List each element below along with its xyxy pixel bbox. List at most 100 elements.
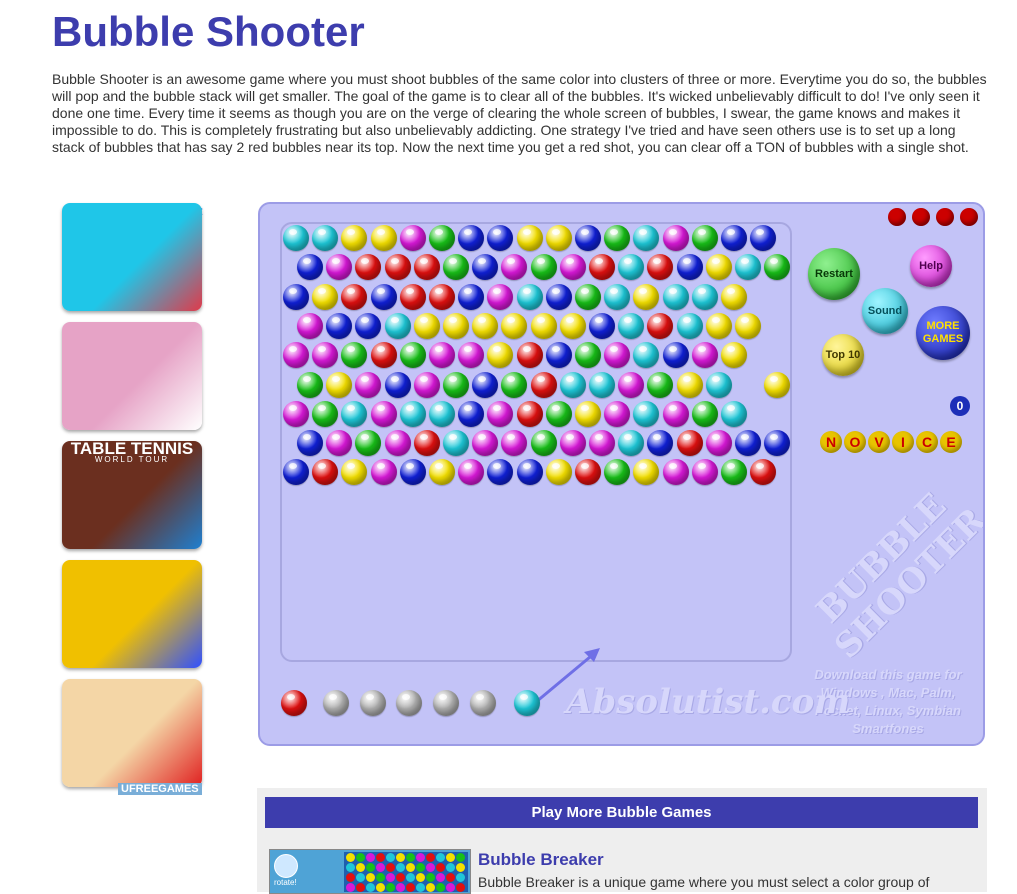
thumb-bubble bbox=[426, 863, 435, 872]
bubble-breaker-title[interactable]: Bubble Breaker bbox=[478, 850, 604, 870]
bubble bbox=[575, 400, 601, 427]
thumb-bubble bbox=[356, 853, 365, 862]
bubble bbox=[326, 430, 353, 457]
bubble bbox=[384, 430, 411, 457]
thumb-bubble bbox=[406, 873, 415, 882]
bubble bbox=[633, 400, 660, 427]
top10-button[interactable]: Top 10 bbox=[822, 334, 864, 376]
thumb-bubble bbox=[426, 883, 435, 892]
game-frame[interactable]: Restart Help Sound MORE GAMES Top 10 0 N… bbox=[258, 202, 985, 746]
thumb-bubble bbox=[356, 873, 365, 882]
game-title-watermark: BUBBLE SHOOTER bbox=[801, 478, 983, 667]
bubble bbox=[413, 312, 440, 339]
sound-button[interactable]: Sound bbox=[862, 288, 908, 334]
bubble bbox=[545, 459, 572, 486]
top10-label: Top 10 bbox=[825, 349, 861, 361]
bubble bbox=[472, 312, 499, 339]
bubble bbox=[472, 254, 499, 281]
ad-tile-subtitle: WORLD TOUR bbox=[94, 455, 170, 464]
bubble bbox=[676, 430, 703, 457]
bubble bbox=[458, 459, 485, 486]
bubble bbox=[705, 254, 732, 281]
ad-tile-table-tennis[interactable]: TABLE TENNIS WORLD TOUR bbox=[62, 441, 202, 549]
thumb-bubble bbox=[386, 853, 395, 862]
bubble bbox=[326, 371, 353, 398]
thumb-bubble bbox=[436, 853, 445, 862]
rotate-label: rotate! bbox=[274, 878, 297, 887]
bubble bbox=[326, 254, 353, 281]
thumb-bubble bbox=[416, 863, 425, 872]
bubble bbox=[283, 342, 309, 369]
thumb-bubble bbox=[356, 883, 365, 892]
level-letter: C bbox=[916, 431, 938, 453]
bubble bbox=[721, 283, 747, 310]
thumb-bubble bbox=[426, 853, 435, 862]
thumb-bubble bbox=[446, 853, 455, 862]
more-games-button[interactable]: MORE GAMES bbox=[916, 306, 970, 360]
bubble bbox=[691, 400, 718, 427]
bubble bbox=[341, 225, 368, 251]
bubble bbox=[384, 254, 411, 281]
level-letter: I bbox=[892, 431, 914, 453]
bubble bbox=[691, 342, 718, 369]
bubble bbox=[530, 371, 557, 398]
bubble bbox=[341, 283, 368, 310]
help-button[interactable]: Help bbox=[910, 245, 952, 287]
bubble bbox=[721, 342, 747, 369]
bubble bbox=[516, 400, 543, 427]
thumb-bubble bbox=[436, 863, 445, 872]
bubble bbox=[312, 459, 339, 486]
close-icon[interactable] bbox=[960, 208, 978, 226]
bubble bbox=[735, 254, 761, 281]
bubble bbox=[604, 283, 631, 310]
bubble bbox=[429, 283, 455, 310]
bubble bbox=[721, 225, 747, 251]
shooter-bubble bbox=[514, 690, 540, 716]
bubble-breaker-thumbnail[interactable]: rotate! bbox=[269, 849, 471, 894]
level-letter: E bbox=[940, 431, 962, 453]
ad-tile-bathroom[interactable] bbox=[62, 322, 202, 430]
bubble bbox=[721, 400, 747, 427]
bubble bbox=[341, 459, 368, 486]
bubble bbox=[647, 430, 674, 457]
thumb-bubble bbox=[366, 883, 375, 892]
bubble bbox=[662, 225, 689, 251]
restart-button[interactable]: Restart bbox=[808, 248, 860, 300]
bubble bbox=[283, 283, 309, 310]
rotate-badge-icon bbox=[274, 854, 298, 878]
bubble bbox=[370, 400, 397, 427]
queued-bubble bbox=[360, 690, 386, 716]
thumb-bubble bbox=[446, 873, 455, 882]
bubble bbox=[413, 254, 440, 281]
thumb-bubble bbox=[406, 863, 415, 872]
ad-tile-tic-tac-toe[interactable] bbox=[62, 679, 202, 787]
thumb-bubble bbox=[346, 853, 355, 862]
bubble bbox=[501, 430, 528, 457]
bubble bbox=[618, 430, 645, 457]
bubble bbox=[575, 342, 601, 369]
thumb-bubble bbox=[366, 863, 375, 872]
bubble bbox=[589, 371, 615, 398]
bubble bbox=[297, 430, 323, 457]
minimize-icon[interactable] bbox=[888, 208, 906, 226]
bubble-board[interactable] bbox=[280, 222, 792, 662]
ad-tile-cube-jump[interactable] bbox=[62, 203, 202, 311]
bubble bbox=[458, 400, 485, 427]
queued-bubble bbox=[281, 690, 307, 716]
bubble bbox=[647, 254, 674, 281]
thumb-bubble bbox=[386, 863, 395, 872]
fullscreen-icon[interactable] bbox=[936, 208, 954, 226]
queued-bubble bbox=[396, 690, 422, 716]
bubble bbox=[604, 342, 631, 369]
maximize-icon[interactable] bbox=[912, 208, 930, 226]
bubble bbox=[370, 459, 397, 486]
bubble bbox=[399, 459, 426, 486]
thumb-bubble bbox=[356, 863, 365, 872]
bubble bbox=[487, 342, 514, 369]
bubble bbox=[297, 254, 323, 281]
thumb-bubble bbox=[376, 853, 385, 862]
ad-tile-rubiks-cube[interactable] bbox=[62, 560, 202, 668]
bubble bbox=[559, 312, 586, 339]
bubble bbox=[721, 459, 747, 486]
bubble bbox=[429, 459, 455, 486]
